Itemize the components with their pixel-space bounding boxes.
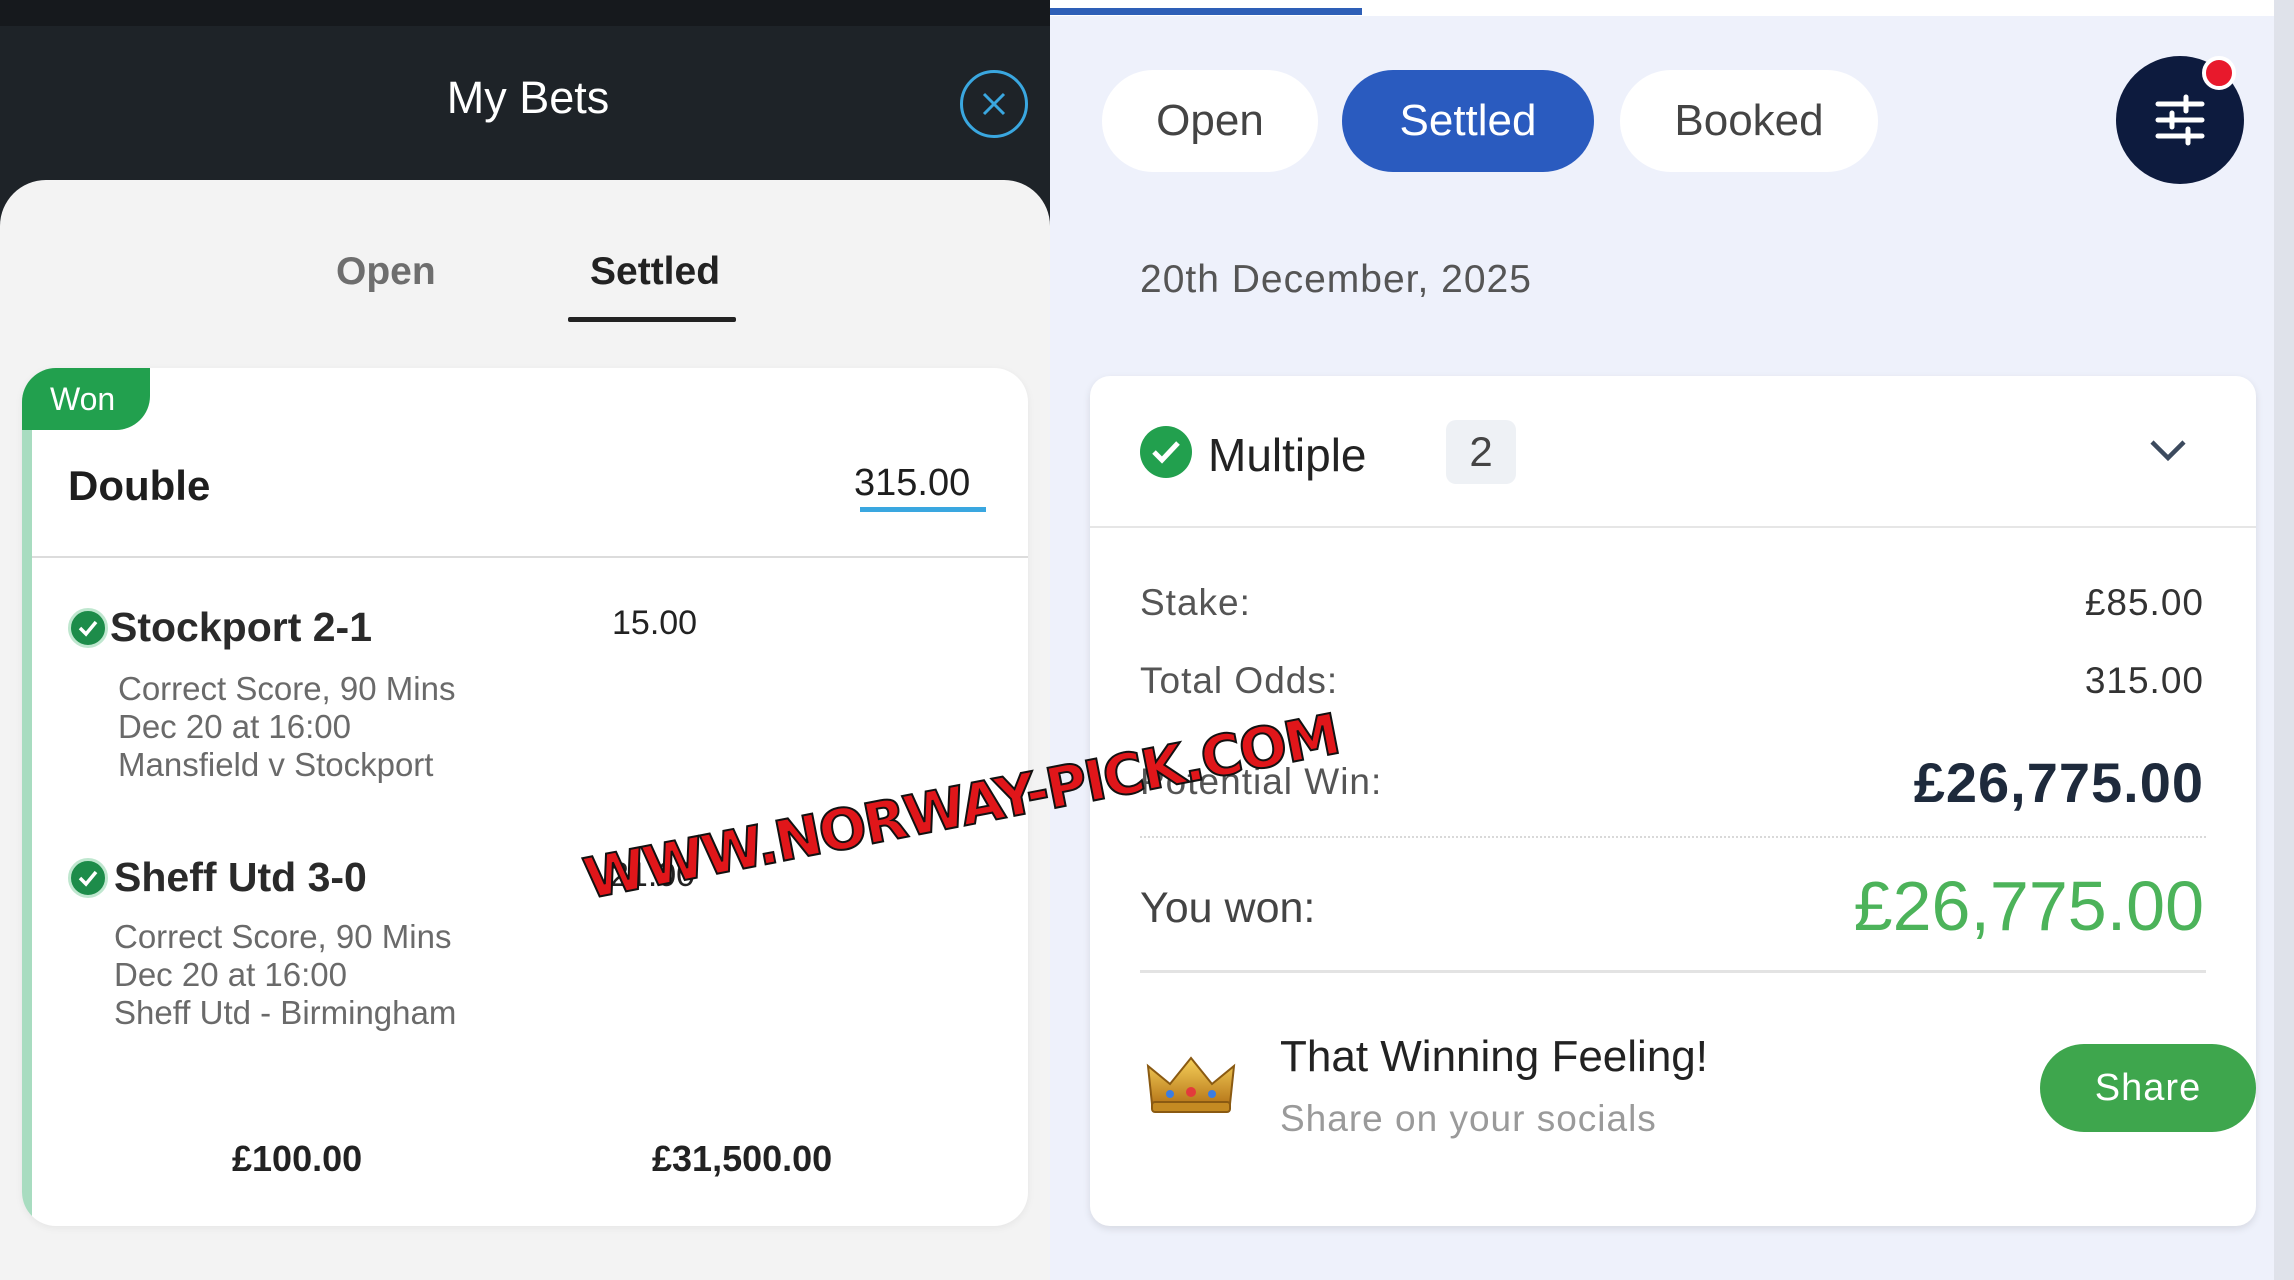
close-button[interactable] xyxy=(960,70,1028,138)
active-tab-indicator xyxy=(568,317,736,322)
filter-icon xyxy=(2155,94,2205,146)
selection-market: Correct Score, 90 Mins xyxy=(118,670,456,707)
top-strip xyxy=(0,0,1050,26)
selection-date: Dec 20 at 16:00 xyxy=(118,708,351,745)
divider xyxy=(1090,526,2256,528)
selection-title: Stockport 2-1 xyxy=(110,604,372,650)
status-badge: Won xyxy=(22,368,150,430)
scrollbar-edge xyxy=(2274,0,2294,1280)
check-icon xyxy=(1140,426,1192,478)
odds-underline xyxy=(860,507,986,512)
top-progress-accent xyxy=(1050,8,1362,15)
selection-market: Correct Score, 90 Mins xyxy=(114,918,452,955)
selection-count-badge: 2 xyxy=(1446,420,1516,484)
you-won-value: £26,775.00 xyxy=(1853,867,2204,945)
tab-settled[interactable]: Settled xyxy=(590,250,720,294)
stake-amount: £100.00 xyxy=(232,1138,363,1179)
selection-odds: 15.00 xyxy=(612,604,698,642)
chevron-down-icon xyxy=(2150,440,2186,462)
bet-card[interactable]: Multiple 2 Stake: £85.00 Total Odds: 315… xyxy=(1090,376,2256,1226)
card-accent-bar xyxy=(22,368,32,1226)
total-odds[interactable]: 315.00 xyxy=(854,462,970,505)
odds-label: Total Odds: xyxy=(1140,660,1339,701)
close-icon xyxy=(982,92,1006,116)
tab-booked[interactable]: Booked xyxy=(1620,70,1878,172)
date-heading: 20th December, 2025 xyxy=(1140,258,1532,301)
share-subtitle: Share on your socials xyxy=(1280,1098,1657,1139)
divider xyxy=(32,556,1028,558)
odds-value: 315.00 xyxy=(2084,660,2204,701)
check-icon xyxy=(68,858,108,898)
selection-date: Dec 20 at 16:00 xyxy=(114,956,347,993)
share-title: That Winning Feeling! xyxy=(1280,1032,1708,1081)
potential-win-value: £26,775.00 xyxy=(1913,751,2204,814)
you-won-label: You won: xyxy=(1140,884,1316,932)
share-button[interactable]: Share xyxy=(2040,1044,2256,1132)
stake-label: Stake: xyxy=(1140,582,1251,623)
divider xyxy=(1140,970,2206,973)
expand-button[interactable] xyxy=(2148,438,2188,469)
selection-event: Mansfield v Stockport xyxy=(118,746,434,783)
bet-type: Double xyxy=(68,462,211,509)
left-panel: My Bets Open Settled Won Double 315.00 S… xyxy=(0,0,1050,1280)
crown-icon xyxy=(1146,1056,1236,1113)
selection-title: Sheff Utd 3-0 xyxy=(114,854,367,900)
check-icon xyxy=(68,608,108,648)
tab-open[interactable]: Open xyxy=(336,250,436,294)
bet-type: Multiple xyxy=(1208,429,1367,481)
stake-value: £85.00 xyxy=(2084,582,2204,623)
right-panel: Open Settled Booked 20th December, 2025 … xyxy=(1050,0,2294,1280)
tab-open[interactable]: Open xyxy=(1102,70,1318,172)
returns-amount: £31,500.00 xyxy=(652,1138,833,1179)
page-title: My Bets xyxy=(446,72,610,123)
selection-event: Sheff Utd - Birmingham xyxy=(114,994,457,1031)
tab-settled[interactable]: Settled xyxy=(1342,70,1594,172)
dotted-divider xyxy=(1140,836,2206,838)
notification-dot xyxy=(2202,56,2236,90)
